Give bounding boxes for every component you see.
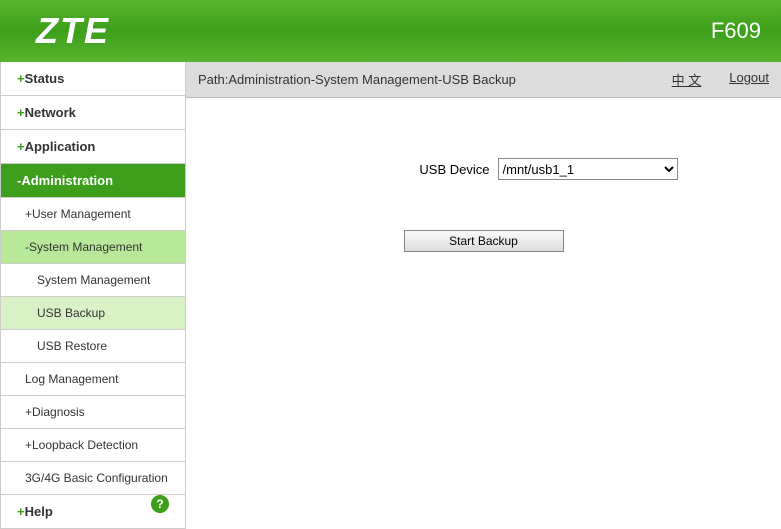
sidebar-item-usb-restore[interactable]: USB Restore bbox=[1, 330, 185, 363]
usb-device-select[interactable]: /mnt/usb1_1 bbox=[498, 158, 678, 180]
language-link[interactable]: 中 文 bbox=[672, 70, 702, 89]
sidebar-item-log-management[interactable]: Log Management bbox=[1, 363, 185, 396]
breadcrumb: Path:Administration-System Management-US… bbox=[198, 72, 516, 87]
usb-device-row: USB Device /mnt/usb1_1 bbox=[226, 158, 741, 180]
sidebar-item-user-management[interactable]: +User Management bbox=[1, 198, 185, 231]
sidebar-item-diagnosis[interactable]: +Diagnosis bbox=[1, 396, 185, 429]
content: Path:Administration-System Management-US… bbox=[186, 62, 781, 529]
sidebar-item-application[interactable]: +Application bbox=[1, 130, 185, 164]
sidebar-item-status[interactable]: +Status bbox=[1, 62, 185, 96]
sidebar-item-system-management[interactable]: -System Management bbox=[1, 231, 185, 264]
start-backup-button[interactable]: Start Backup bbox=[404, 230, 564, 252]
sidebar-item-system-management-sub[interactable]: System Management bbox=[1, 264, 185, 297]
header: ZTE F609 bbox=[0, 0, 781, 62]
pathbar: Path:Administration-System Management-US… bbox=[186, 62, 781, 98]
sidebar-item-usb-backup[interactable]: USB Backup bbox=[1, 297, 185, 330]
sidebar-item-administration[interactable]: -Administration bbox=[1, 164, 185, 198]
usb-device-label: USB Device bbox=[290, 162, 490, 177]
help-icon[interactable]: ? bbox=[151, 495, 169, 513]
model-label: F609 bbox=[711, 18, 761, 44]
logo: ZTE bbox=[36, 10, 110, 52]
form-area: USB Device /mnt/usb1_1 Start Backup bbox=[186, 98, 781, 252]
logout-link[interactable]: Logout bbox=[729, 70, 769, 89]
sidebar: +Status +Network +Application -Administr… bbox=[0, 62, 186, 529]
sidebar-item-3g4g[interactable]: 3G/4G Basic Configuration bbox=[1, 462, 185, 495]
sidebar-item-network[interactable]: +Network bbox=[1, 96, 185, 130]
sidebar-item-loopback-detection[interactable]: +Loopback Detection bbox=[1, 429, 185, 462]
main: +Status +Network +Application -Administr… bbox=[0, 62, 781, 529]
